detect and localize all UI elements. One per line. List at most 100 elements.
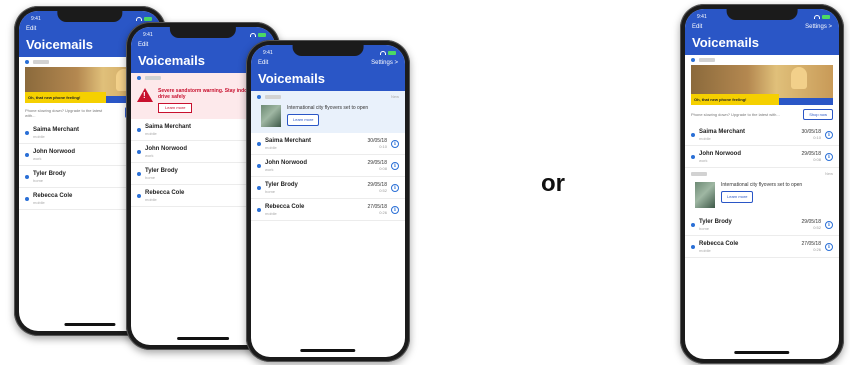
unread-dot [137, 149, 141, 154]
news-card[interactable]: New International city flyovers set to o… [251, 91, 405, 133]
unread-dot [137, 76, 141, 80]
voicemail-date: 29/05/18 [801, 150, 821, 157]
phone-combined-variant: 9:41 Edit Settings > Voicemails Oh, that… [680, 4, 844, 364]
unread-dot [25, 174, 29, 179]
voicemail-row[interactable]: Tyler Brody home 29/05/18 0:52 i [685, 214, 839, 236]
unread-dot [137, 127, 141, 132]
news-thumbnail-image [695, 182, 715, 208]
ad-body-row: Phone slowing down? Upgrade to the lates… [685, 105, 839, 124]
caller-type: mobile [265, 144, 277, 150]
voicemail-date: 29/05/18 [801, 218, 821, 225]
info-icon[interactable]: i [825, 152, 833, 161]
unread-dot [691, 222, 695, 227]
phone-notch [726, 9, 798, 20]
phone-screen: 9:41 Edit Settings > Voicemails New Inte… [251, 45, 405, 357]
nav-row: Edit Settings > [251, 57, 405, 69]
voicemail-row[interactable]: Rebecca Cole mobile 27/05/18 0:26 i [251, 199, 405, 221]
wifi-icon [814, 15, 820, 19]
info-icon[interactable]: i [391, 161, 399, 170]
learn-more-button[interactable]: Learn more [721, 191, 754, 203]
voicemail-duration: 0:10 [813, 134, 821, 140]
battery-icon [258, 33, 266, 37]
voicemail-date: 29/05/18 [367, 159, 387, 166]
info-icon[interactable]: i [391, 183, 399, 192]
phone-notch [292, 45, 364, 56]
voicemail-row[interactable]: Saima Merchant mobile 30/05/18 0:10 i [685, 124, 839, 146]
info-icon[interactable]: i [825, 130, 833, 139]
phone-screen: 9:41 Edit Settings > Voicemails Oh, that… [685, 9, 839, 359]
edit-button[interactable]: Edit [258, 60, 268, 69]
edit-button[interactable]: Edit [138, 42, 148, 51]
edit-button[interactable]: Edit [26, 26, 36, 35]
caller-type: home [699, 225, 710, 231]
caller-name: John Norwood [145, 145, 187, 152]
ad-body-text: Phone slowing down? Upgrade to the lates… [25, 107, 103, 118]
unread-dot [257, 94, 261, 99]
ad-body-text: Phone slowing down? Upgrade to the lates… [691, 112, 780, 117]
caller-name: Tyler Brody [699, 218, 732, 225]
ad-brand-stripe [779, 98, 833, 105]
ad-banner-image[interactable]: Oh, that new phone feeling! [691, 65, 833, 105]
caller-name: Tyler Brody [265, 181, 298, 188]
battery-icon [144, 17, 152, 21]
unread-dot [257, 163, 261, 168]
blurred-sender [145, 76, 161, 80]
edit-button[interactable]: Edit [692, 24, 702, 33]
news-card[interactable]: New International city flyovers set to o… [685, 168, 839, 214]
status-time: 9:41 [263, 50, 273, 56]
caller-name: Saima Merchant [265, 137, 312, 144]
caller-name: John Norwood [33, 148, 75, 155]
info-icon[interactable]: i [825, 220, 833, 229]
caller-type: mobile [699, 247, 711, 253]
voicemail-row[interactable]: Rebecca Cole mobile 27/05/18 0:26 i [685, 236, 839, 258]
page-title: Voicemails [258, 71, 325, 86]
voicemail-row[interactable]: Saima Merchant mobile 30/05/18 0:10 i [251, 133, 405, 155]
news-content: International city flyovers set to open … [251, 102, 405, 133]
caller-name: Tyler Brody [145, 167, 178, 174]
caller-name: Rebecca Cole [145, 189, 185, 196]
caller-type: mobile [33, 199, 45, 205]
info-icon[interactable]: i [391, 205, 399, 214]
status-time: 9:41 [31, 16, 41, 22]
caller-type: mobile [33, 133, 45, 139]
status-time: 9:41 [697, 14, 707, 20]
caller-name: Saima Merchant [145, 123, 192, 130]
settings-button[interactable]: Settings > [371, 60, 398, 69]
caller-name: Saima Merchant [699, 128, 746, 135]
caller-type: home [145, 174, 156, 180]
shop-now-button[interactable]: Shop now [803, 109, 833, 120]
voicemail-duration: 0:08 [379, 165, 387, 171]
caller-type: mobile [265, 210, 277, 216]
unread-dot [257, 185, 261, 190]
caller-name: Rebecca Cole [33, 192, 73, 199]
caller-type: work [33, 155, 42, 161]
learn-more-button[interactable]: Learn more [158, 103, 193, 113]
caller-type: mobile [699, 135, 711, 141]
voicemail-duration: 0:10 [379, 143, 387, 149]
new-badge: New [390, 94, 399, 99]
caller-type: mobile [145, 130, 157, 136]
voicemail-duration: 0:52 [379, 187, 387, 193]
blurred-sender [33, 60, 49, 64]
info-icon[interactable]: i [825, 242, 833, 251]
caller-name: John Norwood [265, 159, 307, 166]
info-icon[interactable]: i [391, 139, 399, 148]
voicemail-row[interactable]: Tyler Brody home 29/05/18 0:52 i [251, 177, 405, 199]
phone-news-variant: 9:41 Edit Settings > Voicemails New Inte… [246, 40, 410, 362]
learn-more-button[interactable]: Learn more [287, 114, 320, 126]
voicemail-row[interactable]: John Norwood work 29/05/18 0:08 i [251, 155, 405, 177]
settings-button[interactable]: Settings > [805, 24, 832, 33]
news-text: International city flyovers set to open [721, 182, 803, 188]
home-indicator [64, 323, 116, 326]
unread-dot [691, 58, 695, 62]
unread-dot [691, 132, 695, 137]
voicemail-row[interactable]: John Norwood work 29/05/18 0:08 i [685, 146, 839, 168]
news-sender-row: New [685, 168, 839, 179]
ad-banner-text: Oh, that new phone feeling! [691, 94, 780, 105]
home-indicator [177, 337, 229, 340]
unread-dot [257, 207, 261, 212]
blurred-sender [691, 171, 707, 176]
home-indicator [734, 351, 790, 354]
voicemail-date: 30/05/18 [367, 137, 387, 144]
status-time: 9:41 [143, 32, 153, 38]
